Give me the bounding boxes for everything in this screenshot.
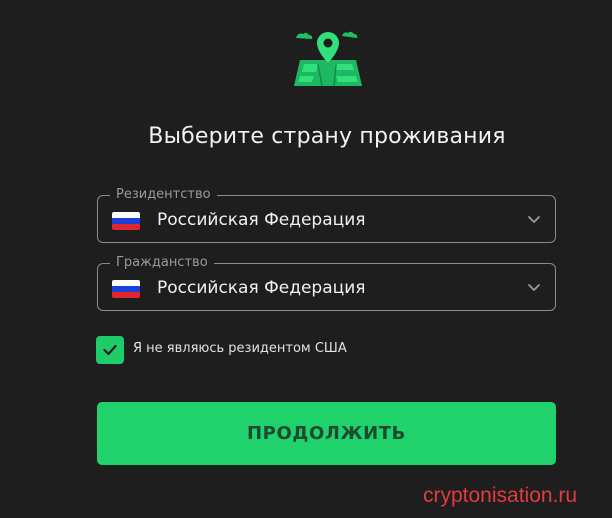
page-title: Выберите страну проживания [148, 124, 506, 149]
russia-flag-icon [112, 212, 140, 230]
watermark: cryptonisation.ru [423, 484, 578, 507]
russia-flag-icon [112, 280, 140, 298]
residency-label: Резидентство [110, 187, 217, 203]
citizenship-select-wrap: Гражданство Российская Федерация [97, 255, 556, 311]
continue-button[interactable]: ПРОДОЛЖИТЬ [97, 402, 556, 465]
residency-value: Российская Федерация [157, 210, 366, 230]
chevron-down-icon [528, 284, 540, 291]
residency-select[interactable]: Резидентство Российская Федерация [97, 187, 556, 243]
us-resident-checkbox[interactable] [96, 336, 124, 364]
us-resident-checkbox-label[interactable]: Я не являюсь резидентом США [133, 341, 347, 356]
citizenship-select[interactable]: Гражданство Российская Федерация [97, 255, 556, 311]
residency-select-wrap: Резидентство Российская Федерация [97, 187, 556, 243]
citizenship-value: Российская Федерация [157, 278, 366, 298]
citizenship-label: Гражданство [110, 255, 214, 271]
map-pin-icon [294, 31, 362, 87]
chevron-down-icon [528, 216, 540, 223]
checkmark-icon [103, 344, 117, 356]
